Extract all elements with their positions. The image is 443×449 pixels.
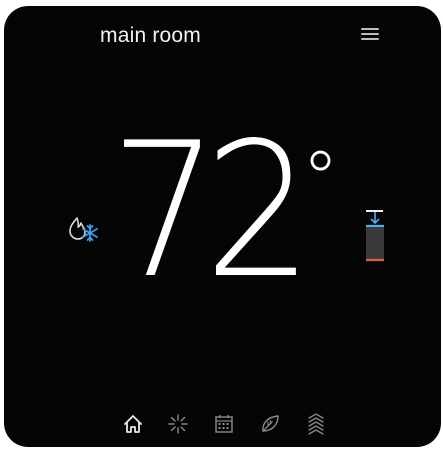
hamburger-menu-icon[interactable] (358, 24, 384, 44)
fan-icon[interactable] (165, 411, 191, 437)
humidity-waves-graphic (308, 413, 324, 435)
humidity-waves-icon[interactable] (303, 411, 329, 437)
schedule-calendar-icon[interactable] (211, 411, 237, 437)
menu-line (361, 33, 379, 35)
home-icon[interactable] (120, 411, 146, 437)
current-temperature: 72 (110, 102, 313, 319)
setpoint-gauge-icon[interactable] (363, 208, 387, 266)
menu-line (361, 28, 379, 30)
thermostat-panel: main room 72 ° (4, 6, 441, 447)
eco-leaf-icon[interactable] (257, 411, 283, 437)
schedule-calendar-graphic (215, 415, 233, 433)
room-name-title[interactable]: main room (100, 24, 201, 48)
heat-cool-icon[interactable] (66, 214, 102, 244)
home-icon-graphic (124, 415, 142, 433)
heat-cool-icon-graphic (69, 217, 98, 242)
menu-line (361, 38, 379, 40)
fan-icon-graphic (168, 414, 188, 434)
eco-leaf-graphic (262, 415, 279, 432)
temperature-unit: ° (302, 136, 339, 222)
bottom-nav (114, 411, 334, 441)
setpoint-gauge-graphic (366, 210, 384, 262)
